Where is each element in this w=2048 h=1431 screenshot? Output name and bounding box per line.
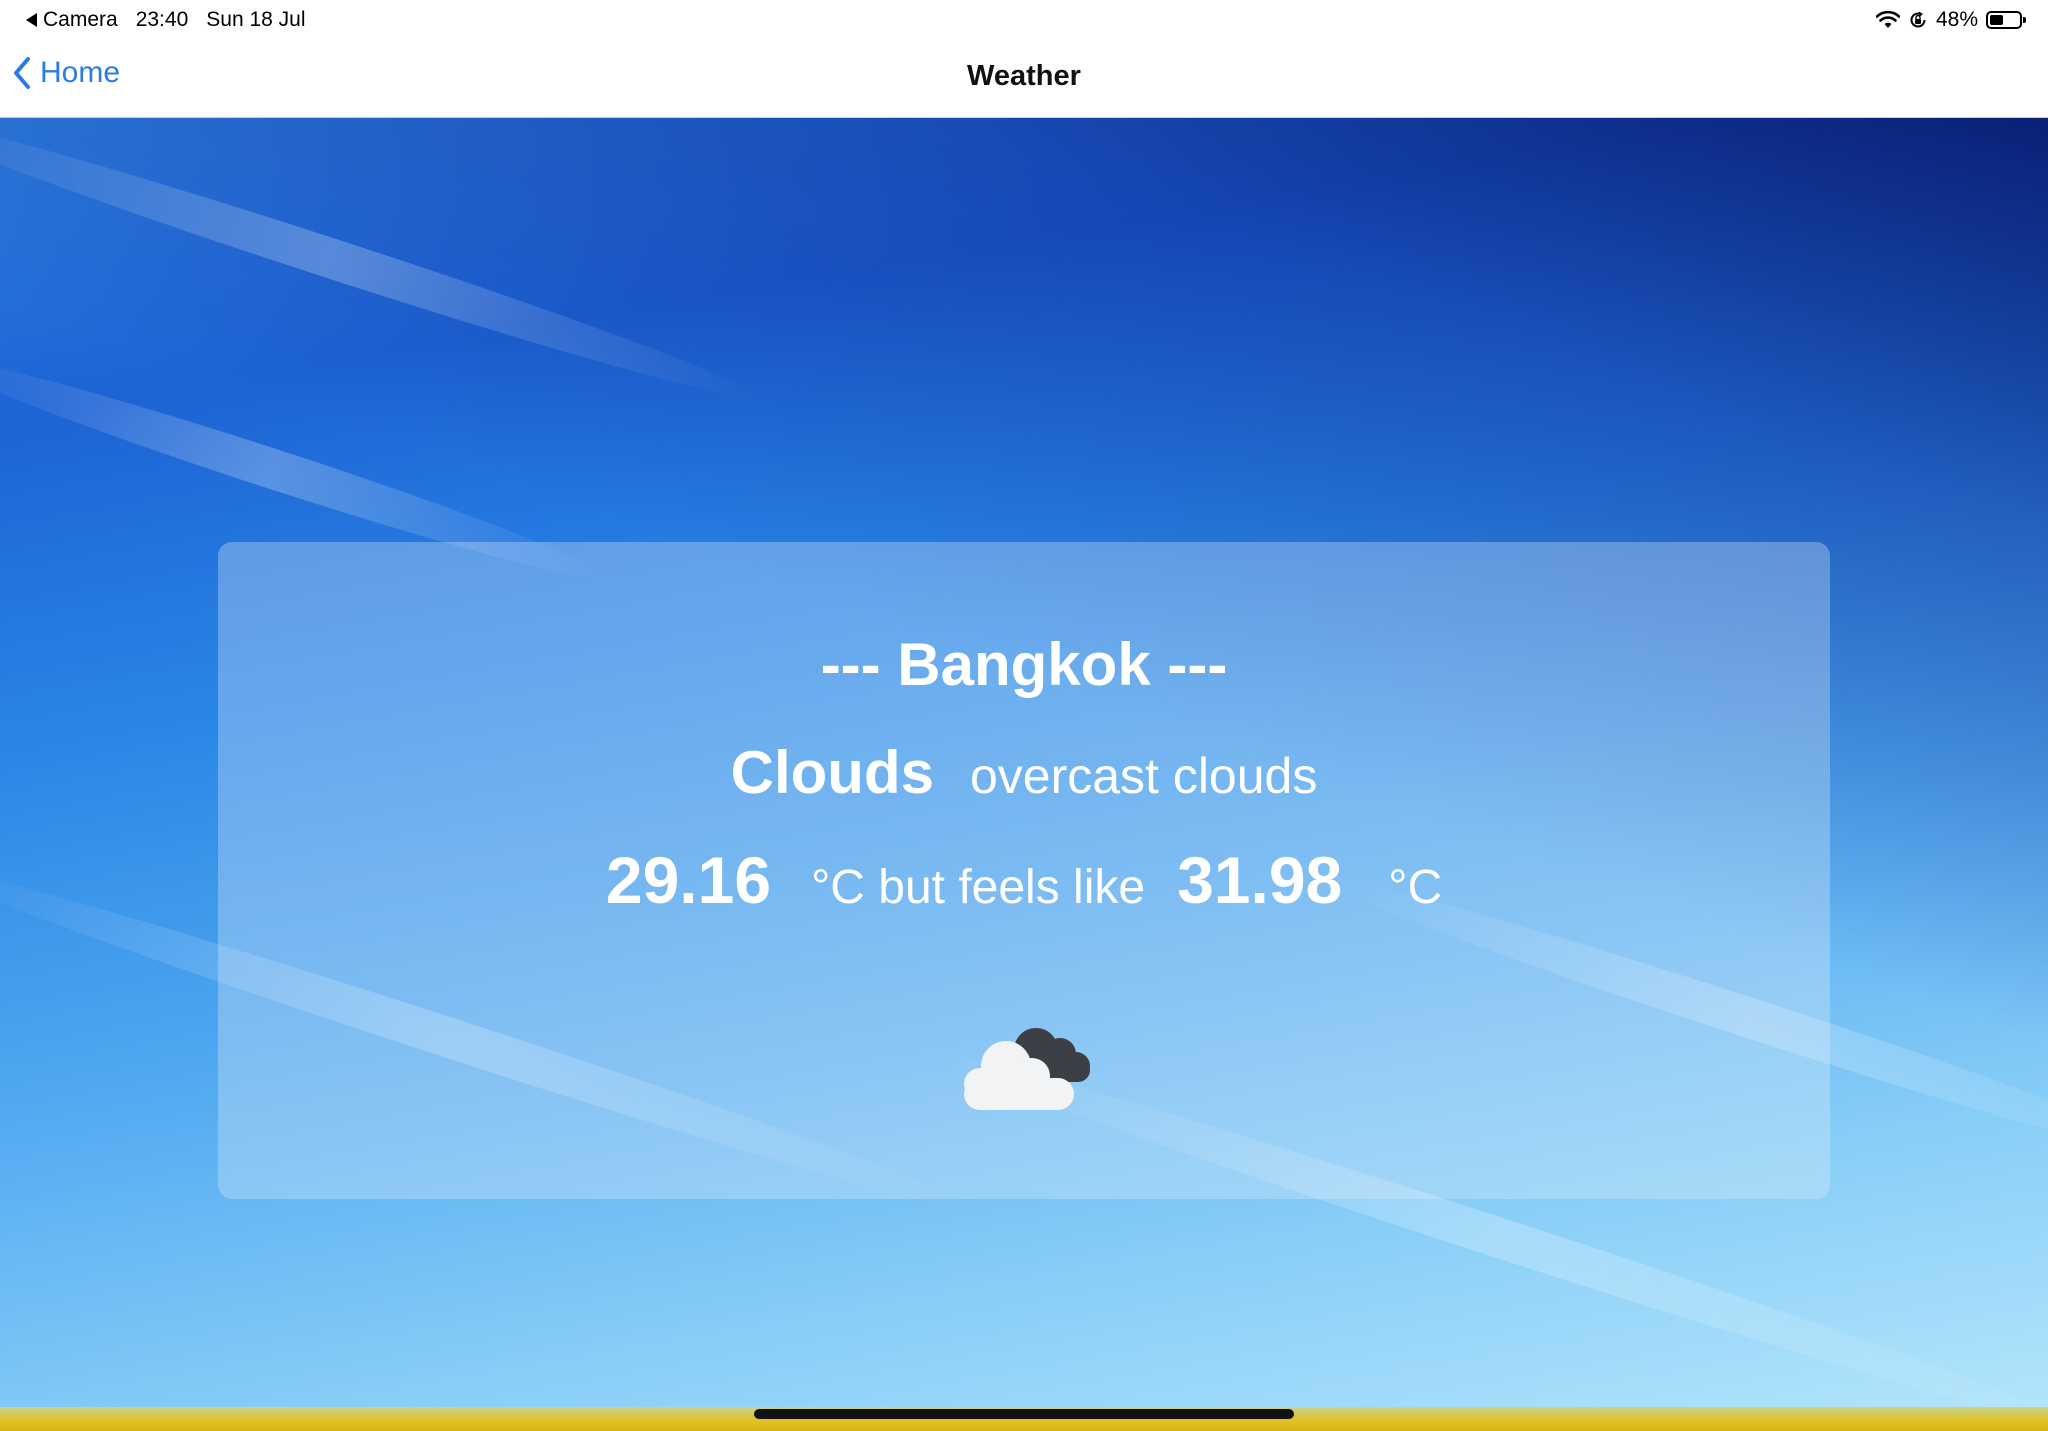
back-to-app-icon[interactable] bbox=[26, 13, 37, 27]
condition-row: Clouds overcast clouds bbox=[218, 738, 1830, 807]
home-indicator[interactable] bbox=[754, 1409, 1294, 1419]
weather-screen: Camera 23:40 Sun 18 Jul 48% Home Weather… bbox=[0, 0, 2048, 1431]
cloud-streak bbox=[0, 118, 765, 417]
weather-card: --- Bangkok --- Clouds overcast clouds 2… bbox=[218, 542, 1830, 1199]
status-date: Sun 18 Jul bbox=[206, 8, 306, 31]
battery-icon bbox=[1986, 11, 2026, 29]
battery-fill bbox=[1990, 15, 2003, 25]
back-app-label[interactable]: Camera bbox=[43, 8, 118, 32]
battery-percent: 48% bbox=[1935, 8, 1978, 31]
status-right: 48% bbox=[1868, 8, 2026, 32]
condition-description: overcast clouds bbox=[969, 748, 1318, 804]
overcast-clouds-icon bbox=[964, 1028, 1090, 1110]
navigation-bar: Home Weather bbox=[0, 42, 2048, 118]
battery-cap bbox=[2023, 17, 2026, 23]
sky-background: --- Bangkok --- Clouds overcast clouds 2… bbox=[0, 118, 2048, 1431]
condition-main: Clouds bbox=[730, 739, 934, 806]
status-left: Camera 23:40 Sun 18 Jul bbox=[26, 8, 306, 32]
feels-like-value: 31.98 bbox=[1177, 843, 1343, 917]
temperature-unit: °C bbox=[1388, 861, 1443, 914]
status-time: 23:40 bbox=[135, 8, 189, 31]
temperature-value: 29.16 bbox=[605, 843, 772, 917]
temperature-row: 29.16 °C but feels like 31.98 °C bbox=[218, 842, 1830, 918]
wifi-icon bbox=[1875, 11, 1900, 28]
status-bar: Camera 23:40 Sun 18 Jul 48% bbox=[0, 0, 2048, 42]
page-title: Weather bbox=[967, 60, 1081, 92]
city-name: --- Bangkok --- bbox=[820, 631, 1228, 698]
orientation-lock-icon bbox=[1910, 11, 1926, 28]
feels-like-label: °C but feels like bbox=[811, 861, 1146, 914]
